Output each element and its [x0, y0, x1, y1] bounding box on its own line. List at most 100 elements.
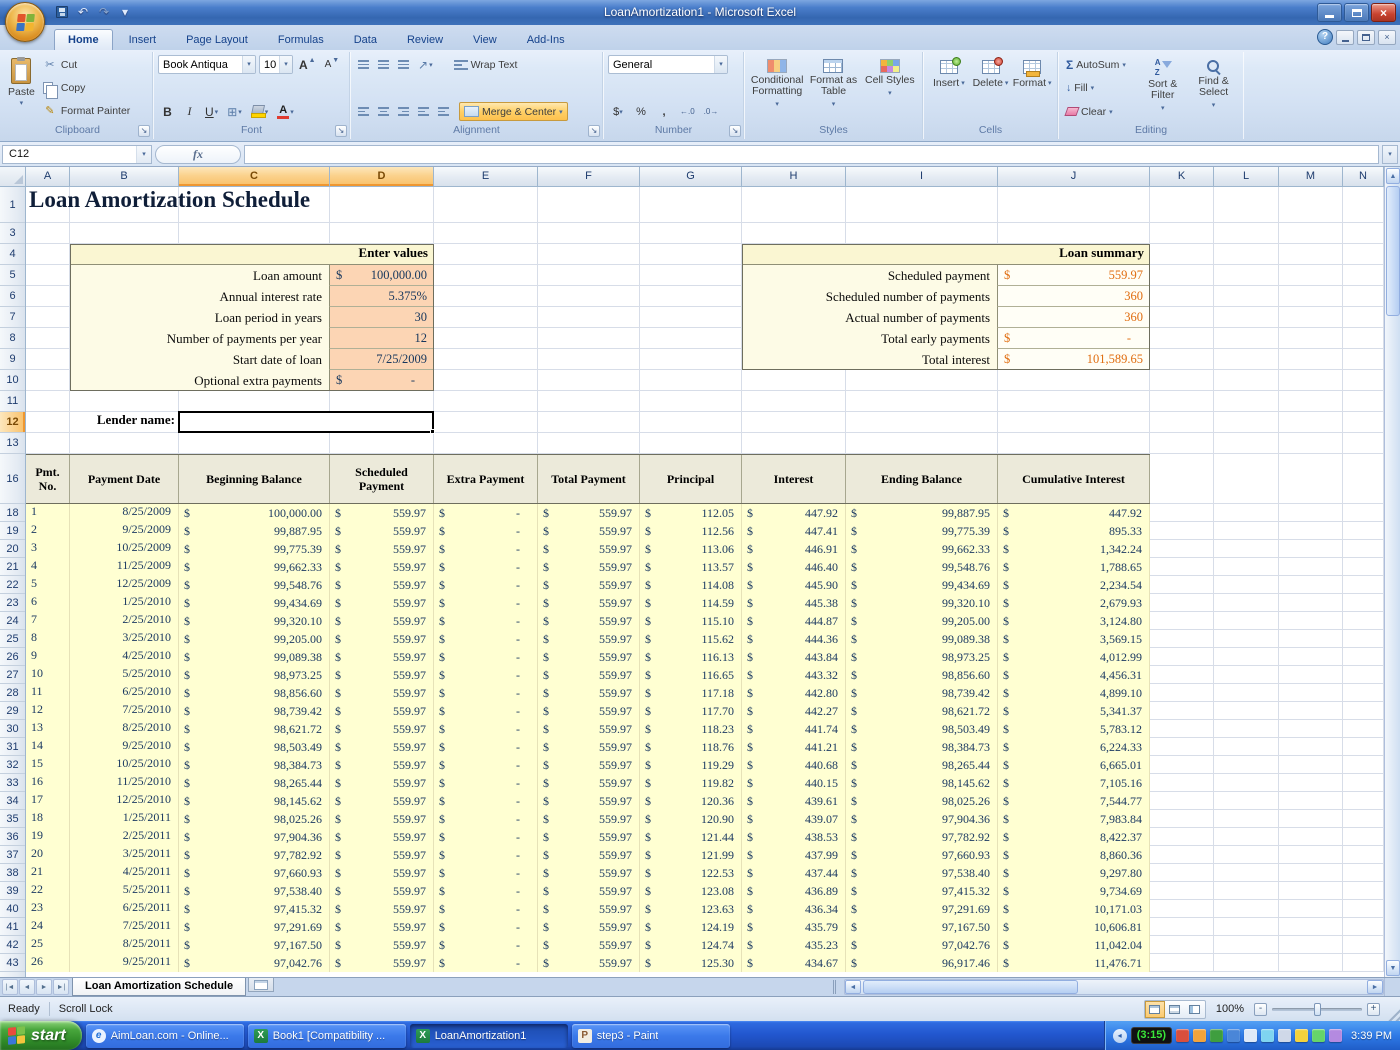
cell[interactable]: $4,012.99: [998, 648, 1150, 666]
loan-summary-box-value-4[interactable]: $-: [997, 328, 1149, 349]
row-header-22[interactable]: 22: [0, 576, 25, 594]
column-header-K[interactable]: K: [1150, 167, 1214, 186]
column-header-G[interactable]: G: [640, 167, 742, 186]
cell[interactable]: $99,089.38: [846, 630, 998, 648]
cell[interactable]: $121.99: [640, 846, 742, 864]
cell[interactable]: $99,434.69: [846, 576, 998, 594]
name-box[interactable]: C12▾: [2, 145, 152, 164]
select-all-corner[interactable]: [0, 167, 26, 186]
tray-icon-network[interactable]: [1261, 1029, 1274, 1042]
format-cells-button[interactable]: Format▾: [1011, 54, 1053, 122]
office-button[interactable]: [5, 2, 45, 42]
cell[interactable]: 7/25/2011: [70, 918, 179, 936]
row-header-27[interactable]: 27: [0, 666, 25, 684]
row-header-24[interactable]: 24: [0, 612, 25, 630]
tray-icon-display[interactable]: [1227, 1029, 1240, 1042]
vertical-scroll-thumb[interactable]: [1386, 186, 1400, 316]
row-header-9[interactable]: 9: [0, 349, 25, 370]
cell[interactable]: $4,456.31: [998, 666, 1150, 684]
cell[interactable]: $435.23: [742, 936, 846, 954]
row-header-41[interactable]: 41: [0, 918, 25, 936]
cell[interactable]: $559.97: [538, 792, 640, 810]
tray-icon-update[interactable]: [1295, 1029, 1308, 1042]
cell[interactable]: $442.80: [742, 684, 846, 702]
cell[interactable]: 9/25/2009: [70, 522, 179, 540]
row-header-30[interactable]: 30: [0, 720, 25, 738]
cell[interactable]: 10: [26, 666, 70, 684]
tray-icon-antivirus[interactable]: [1193, 1029, 1206, 1042]
cell[interactable]: $123.08: [640, 882, 742, 900]
cell[interactable]: $117.18: [640, 684, 742, 702]
cell[interactable]: $559.97: [330, 918, 434, 936]
cell[interactable]: 3/25/2010: [70, 630, 179, 648]
percent-style-button[interactable]: %: [631, 102, 651, 121]
cell[interactable]: $-: [434, 756, 538, 774]
cell[interactable]: $559.97: [538, 684, 640, 702]
cell[interactable]: $99,320.10: [179, 612, 330, 630]
cell[interactable]: 15: [26, 756, 70, 774]
cell[interactable]: $97,538.40: [846, 864, 998, 882]
cell[interactable]: 13: [26, 720, 70, 738]
cell[interactable]: $444.87: [742, 612, 846, 630]
cell[interactable]: 8: [26, 630, 70, 648]
minimize-button[interactable]: [1317, 3, 1342, 22]
cell[interactable]: $97,538.40: [179, 882, 330, 900]
cell[interactable]: $559.97: [330, 756, 434, 774]
zoom-out-button[interactable]: -: [1254, 1003, 1267, 1016]
previous-sheet-button[interactable]: ◄: [19, 979, 35, 995]
cell[interactable]: $114.59: [640, 594, 742, 612]
taskbar-button-4[interactable]: Pstep3 - Paint: [572, 1024, 730, 1048]
cell[interactable]: $99,434.69: [179, 594, 330, 612]
zoom-level[interactable]: 100%: [1216, 1003, 1244, 1015]
horizontal-scroll-thumb[interactable]: [863, 980, 1078, 994]
cell[interactable]: $97,291.69: [846, 900, 998, 918]
cell[interactable]: $-: [434, 882, 538, 900]
cell[interactable]: $559.97: [538, 900, 640, 918]
cell[interactable]: 7: [26, 612, 70, 630]
find-select-button[interactable]: Find & Select▾: [1188, 54, 1239, 122]
help-button[interactable]: ?: [1317, 29, 1333, 45]
cell[interactable]: 24: [26, 918, 70, 936]
cell[interactable]: $-: [434, 918, 538, 936]
workbook-minimize-button[interactable]: [1336, 30, 1354, 45]
cell[interactable]: $117.70: [640, 702, 742, 720]
cell[interactable]: $10,171.03: [998, 900, 1150, 918]
cell[interactable]: 12/25/2009: [70, 576, 179, 594]
cell[interactable]: $559.97: [330, 810, 434, 828]
cell[interactable]: 9: [26, 648, 70, 666]
cell[interactable]: $115.62: [640, 630, 742, 648]
page-layout-view-button[interactable]: [1165, 1001, 1185, 1018]
row-header-43[interactable]: 43: [0, 954, 25, 972]
cell[interactable]: $97,782.92: [846, 828, 998, 846]
font-color-button[interactable]: A▾: [274, 102, 297, 121]
recording-timer[interactable]: (3:15): [1131, 1027, 1172, 1044]
cell[interactable]: 5: [26, 576, 70, 594]
cell[interactable]: $559.97: [330, 594, 434, 612]
cell[interactable]: 2: [26, 522, 70, 540]
workbook-restore-button[interactable]: [1357, 30, 1375, 45]
cell[interactable]: 1: [26, 504, 70, 522]
column-header-D[interactable]: D: [330, 167, 434, 186]
bold-button[interactable]: B: [158, 102, 177, 121]
cell[interactable]: $559.97: [330, 648, 434, 666]
cell[interactable]: $559.97: [538, 864, 640, 882]
row-header-34[interactable]: 34: [0, 792, 25, 810]
scroll-right-button[interactable]: ►: [1367, 980, 1383, 994]
cell[interactable]: 11: [26, 684, 70, 702]
cell[interactable]: $97,291.69: [179, 918, 330, 936]
cell[interactable]: 5/25/2011: [70, 882, 179, 900]
cell[interactable]: $98,265.44: [846, 756, 998, 774]
ribbon-tab-insert[interactable]: Insert: [115, 29, 171, 50]
cell[interactable]: $2,679.93: [998, 594, 1150, 612]
row-header-21[interactable]: 21: [0, 558, 25, 576]
formula-input[interactable]: [244, 145, 1379, 164]
cell[interactable]: $-: [434, 522, 538, 540]
bottom-align-button[interactable]: [395, 56, 412, 73]
tray-icon-printer[interactable]: [1278, 1029, 1291, 1042]
column-header-L[interactable]: L: [1214, 167, 1279, 186]
workbook-close-button[interactable]: ×: [1378, 30, 1396, 45]
italic-button[interactable]: I: [180, 102, 199, 121]
cell[interactable]: $447.41: [742, 522, 846, 540]
loan-summary-box-value-2[interactable]: 360: [997, 286, 1149, 307]
cell[interactable]: 2/25/2010: [70, 612, 179, 630]
